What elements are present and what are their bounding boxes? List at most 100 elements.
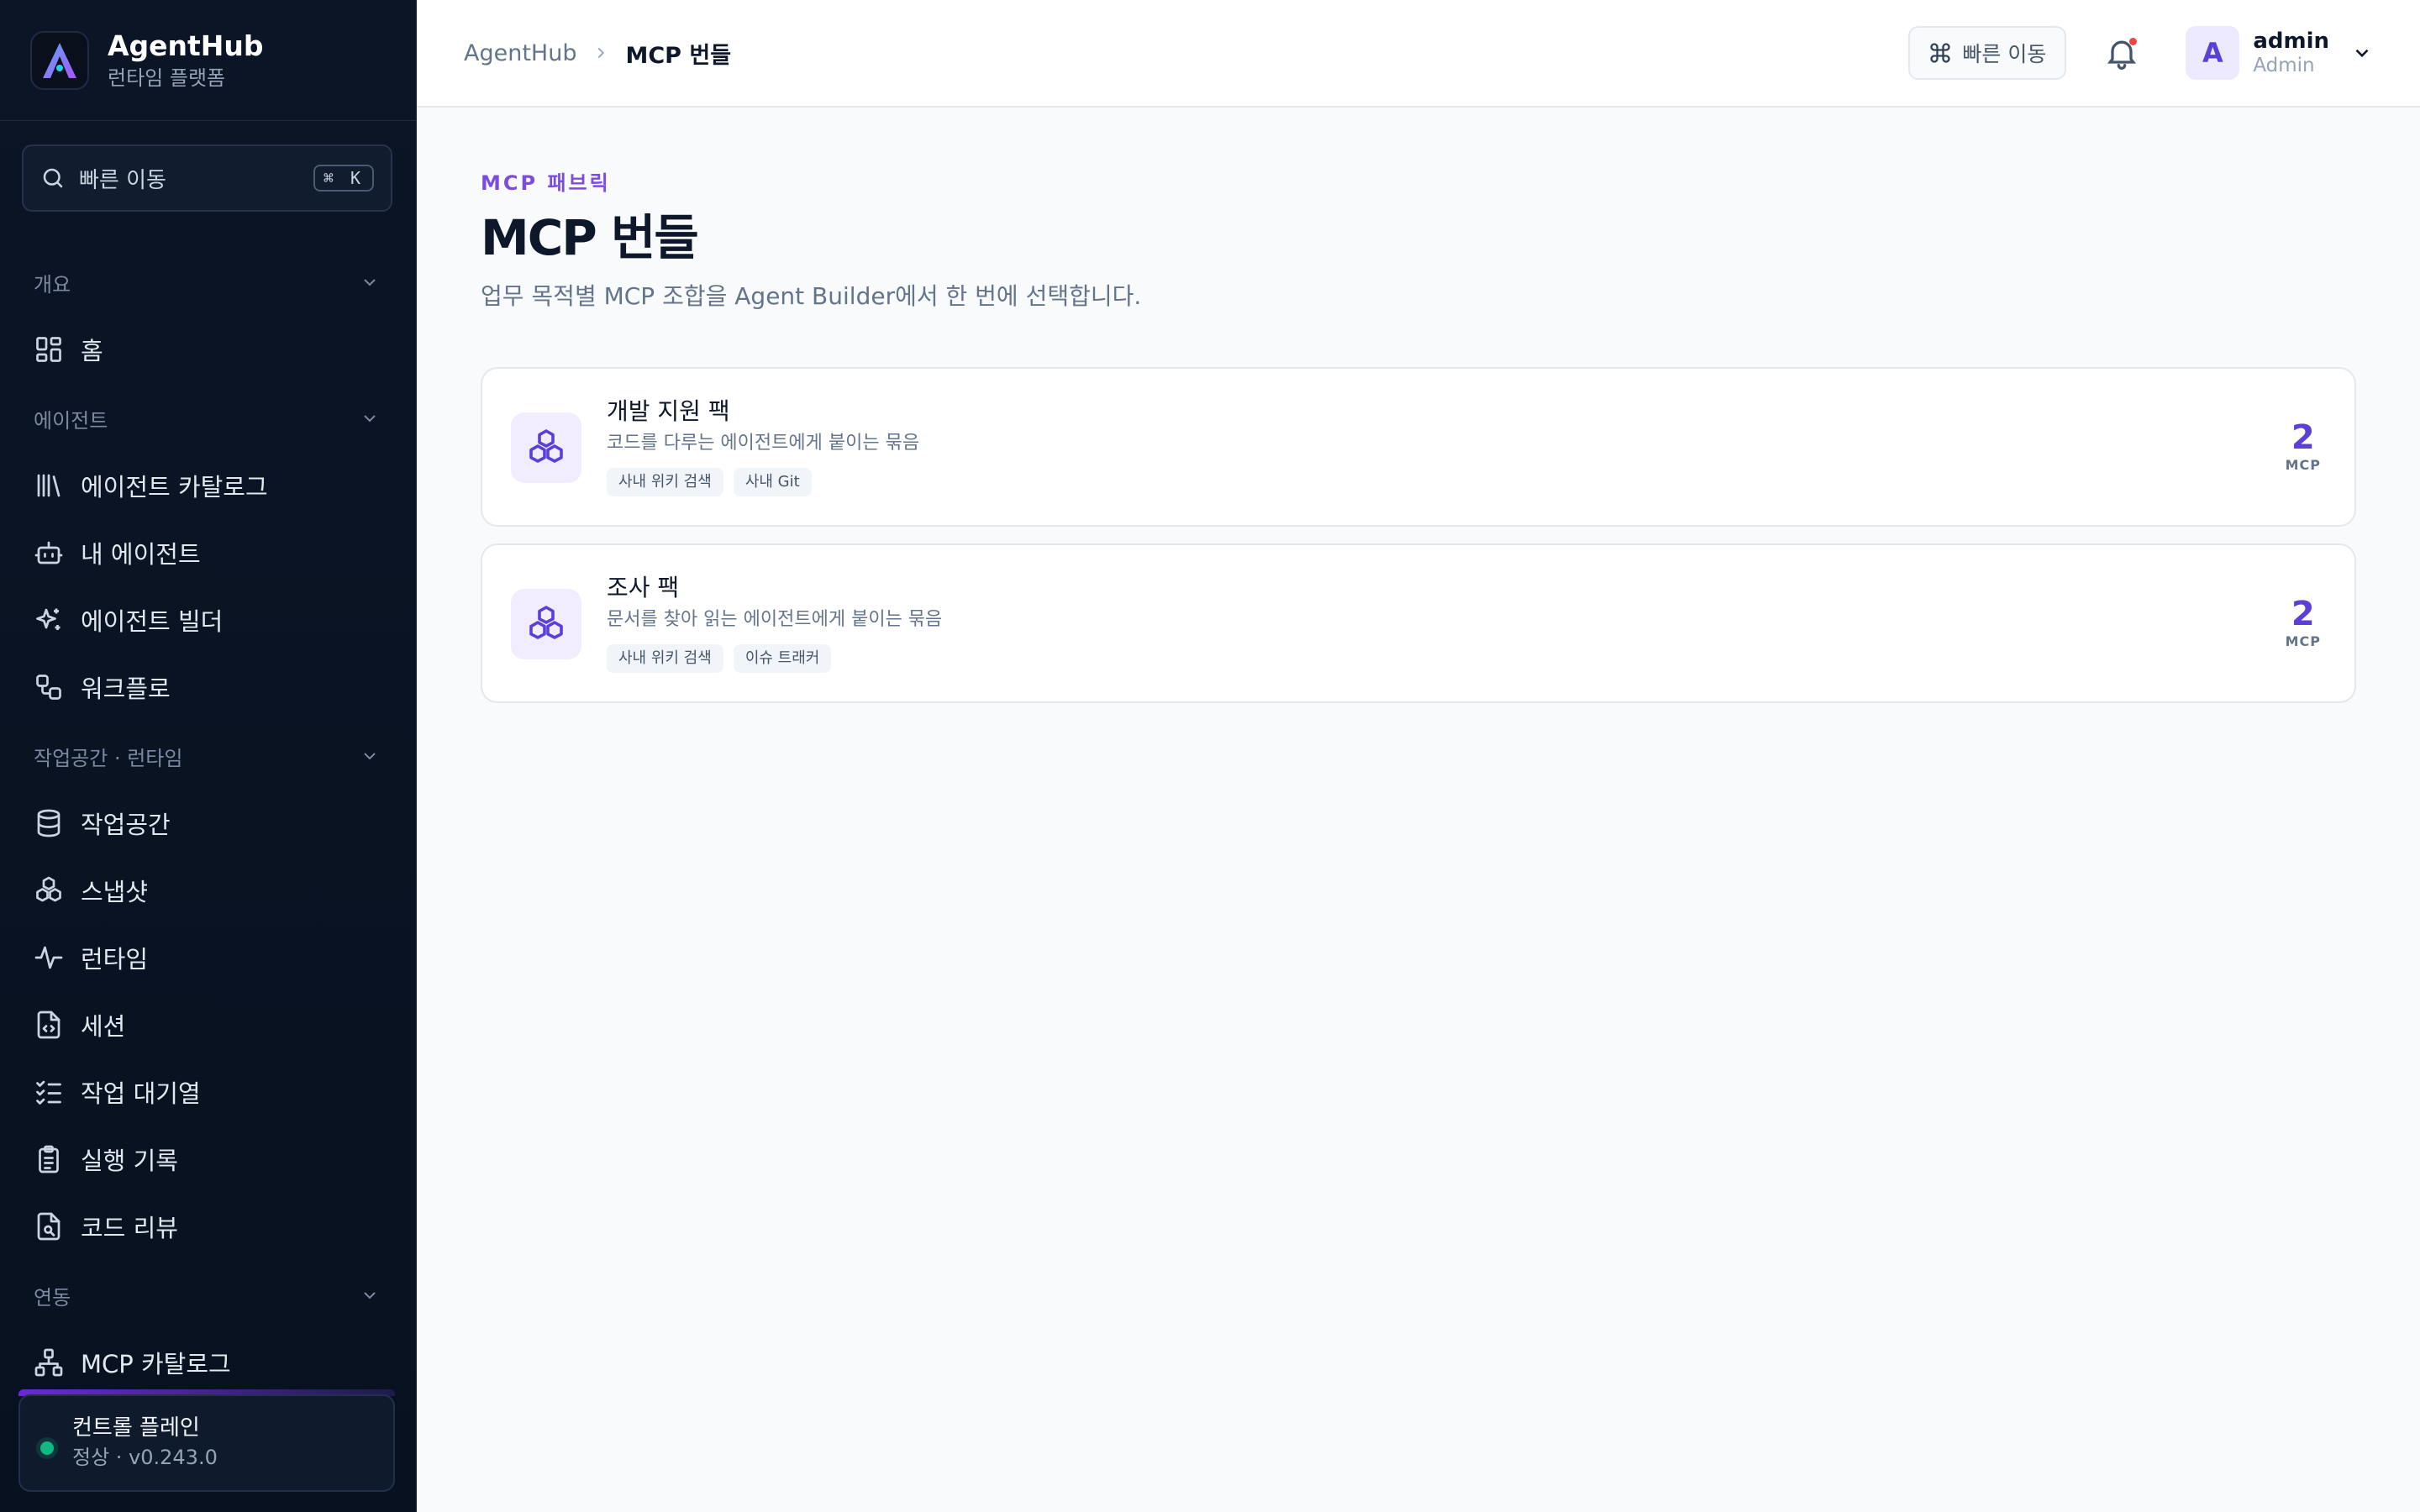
section-label: 연동 [34,1285,71,1310]
bundle-tags: 사내 위키 검색 이슈 트래커 [607,644,942,673]
clipboard-icon [39,1145,59,1173]
search-icon [43,168,63,188]
breadcrumb-current: MCP 번들 [625,42,732,69]
sidebar-item-label: 실행 기록 [81,1147,178,1175]
chevron-down-icon [364,1292,376,1299]
mcp-tag: 사내 위키 검색 [607,644,723,673]
sidebar-item-label: MCP 카탈로그 [81,1350,231,1378]
library-icon [37,474,60,497]
page-title: MCP 번들 [481,209,699,266]
sidebar-item-label: 에이전트 카탈로그 [81,473,268,501]
sidebar-item-label: 내 에이전트 [81,540,201,569]
file-search-icon [37,1212,60,1241]
chevron-down-icon [364,753,376,760]
section-label: 작업공간 · 런타임 [34,746,183,770]
bundle-list: 개발 지원 팩 코드를 다루는 에이전트에게 붙이는 묶음 사내 위키 검색 사… [481,367,2356,703]
section-workspace-runtime[interactable]: 작업공간 · 런타임 [0,722,416,790]
sidebar-nav: 개요 홈 에이전트 에이전트 카탈로그 내 에이전트 에이전트 빌더 워크플로 [0,249,416,1396]
avatar: A [2186,26,2240,80]
mcp-tag: 사내 Git [733,468,812,496]
sidebar-item-label: 작업 대기열 [81,1079,201,1108]
sidebar-item-session[interactable]: 세션 [0,991,416,1058]
user-name: admin [2253,29,2329,54]
user-role: Admin [2253,55,2315,76]
sidebar-item-label: 작업공간 [81,811,171,839]
sidebar-item-task-queue[interactable]: 작업 대기열 [0,1058,416,1126]
mcp-tag: 사내 위키 검색 [607,468,723,496]
home-grid-icon [36,337,61,362]
mcp-count-value: 2 [2291,595,2315,633]
section-integrations[interactable]: 연동 [0,1262,416,1329]
boxes-icon [36,876,61,902]
section-label: 에이전트 [34,408,108,433]
chevron-down-icon [364,279,376,286]
sidebar-item-agent-builder[interactable]: 에이전트 빌더 [0,586,416,654]
sidebar-item-label: 워크플로 [81,675,171,703]
top-bar: AgentHub MCP 번들 빠른 이동 A admin Admin [417,0,2420,108]
bundle-tags: 사내 위키 검색 사내 Git [607,468,919,496]
bundle-title: 개발 지원 팩 [607,397,730,425]
sidebar-item-code-review[interactable]: 코드 리뷰 [0,1193,416,1260]
sidebar-item-label: 런타임 [81,945,149,974]
sidebar-item-snapshot[interactable]: 스냅샷 [0,857,416,924]
sidebar-item-runtime[interactable]: 런타임 [0,924,416,991]
bot-icon [34,541,63,564]
sidebar-item-home[interactable]: 홈 [0,316,416,383]
shortcut-badge: ⌘ K [313,165,374,192]
sparkles-icon [36,608,60,630]
control-plane-status[interactable]: 컨트롤 플레인 정상 · v0.243.0 [18,1394,395,1492]
sidebar-item-my-agents[interactable]: 내 에이전트 [0,519,416,586]
sidebar-item-workflow[interactable]: 워크플로 [0,654,416,721]
quick-nav-label: 빠른 이동 [1962,42,2047,66]
bundle-description: 문서를 찾아 읽는 에이전트에게 붙이는 묶음 [607,609,943,630]
activity-icon [34,946,63,969]
mcp-count: 2 MCP [2286,419,2321,475]
sidebar: AgentHub 런타임 플랫폼 빠른 이동 ⌘ K 개요 홈 에이전트 에이전… [0,0,417,1512]
section-label: 개요 [34,272,71,297]
mcp-count-unit: MCP [2285,633,2321,649]
control-plane-title: 컨트롤 플레인 [72,1415,200,1441]
sidebar-item-workspace[interactable]: 작업공간 [0,790,416,857]
bundle-card[interactable]: 조사 팩 문서를 찾아 읽는 에이전트에게 붙이는 묶음 사내 위키 검색 이슈… [481,543,2356,703]
breadcrumb-home[interactable]: AgentHub [464,40,576,66]
bundle-card[interactable]: 개발 지원 팩 코드를 다루는 에이전트에게 붙이는 묶음 사내 위키 검색 사… [481,367,2356,527]
sidebar-item-label: 홈 [81,337,103,365]
boxes-icon [511,412,581,483]
mcp-count: 2 MCP [2286,596,2321,651]
sidebar-item-agent-catalog[interactable]: 에이전트 카탈로그 [0,452,416,519]
main-content: MCP 패브릭 MCP 번들 업무 목적별 MCP 조합을 Agent Buil… [481,108,2356,720]
agenthub-logo-icon [30,30,89,90]
sidebar-item-mcp-catalog[interactable]: MCP 카탈로그 [0,1329,416,1396]
file-code-icon [37,1011,60,1039]
mcp-count-unit: MCP [2285,457,2321,473]
command-icon [1930,43,1951,63]
quick-search[interactable]: 빠른 이동 ⌘ K [22,144,392,212]
brand-name: AgentHub [108,29,264,62]
control-plane-version: 정상 · v0.243.0 [72,1446,218,1469]
sidebar-item-label: 코드 리뷰 [81,1214,178,1242]
quick-nav-button[interactable]: 빠른 이동 [1908,26,2067,80]
sidebar-item-run-history[interactable]: 실행 기록 [0,1126,416,1193]
quick-search-label: 빠른 이동 [79,167,166,193]
brand[interactable]: AgentHub 런타임 플랫폼 [0,0,416,121]
brand-subtitle: 런타임 플랫폼 [108,66,226,90]
boxes-icon [511,589,581,659]
mcp-count-value: 2 [2291,418,2315,457]
workflow-icon [36,675,61,700]
page-eyebrow: MCP 패브릭 [481,171,611,195]
chevron-down-icon [2355,49,2369,58]
sidebar-item-label: 스냅샷 [81,878,149,906]
breadcrumb: AgentHub MCP 번들 [464,37,731,70]
notifications-button[interactable] [2103,34,2140,71]
sidebar-item-label: 세션 [81,1012,126,1041]
chevron-down-icon [364,415,376,423]
user-menu[interactable]: A admin Admin [2186,26,2373,80]
mcp-tag: 이슈 트래커 [733,644,832,673]
sidebar-item-label: 에이전트 빌더 [81,607,224,636]
network-icon [34,1348,63,1377]
section-agents[interactable]: 에이전트 [0,385,416,452]
bundle-title: 조사 팩 [607,574,680,601]
status-dot-icon [40,1441,54,1455]
section-overview[interactable]: 개요 [0,249,416,316]
chevron-right-icon [592,44,610,62]
